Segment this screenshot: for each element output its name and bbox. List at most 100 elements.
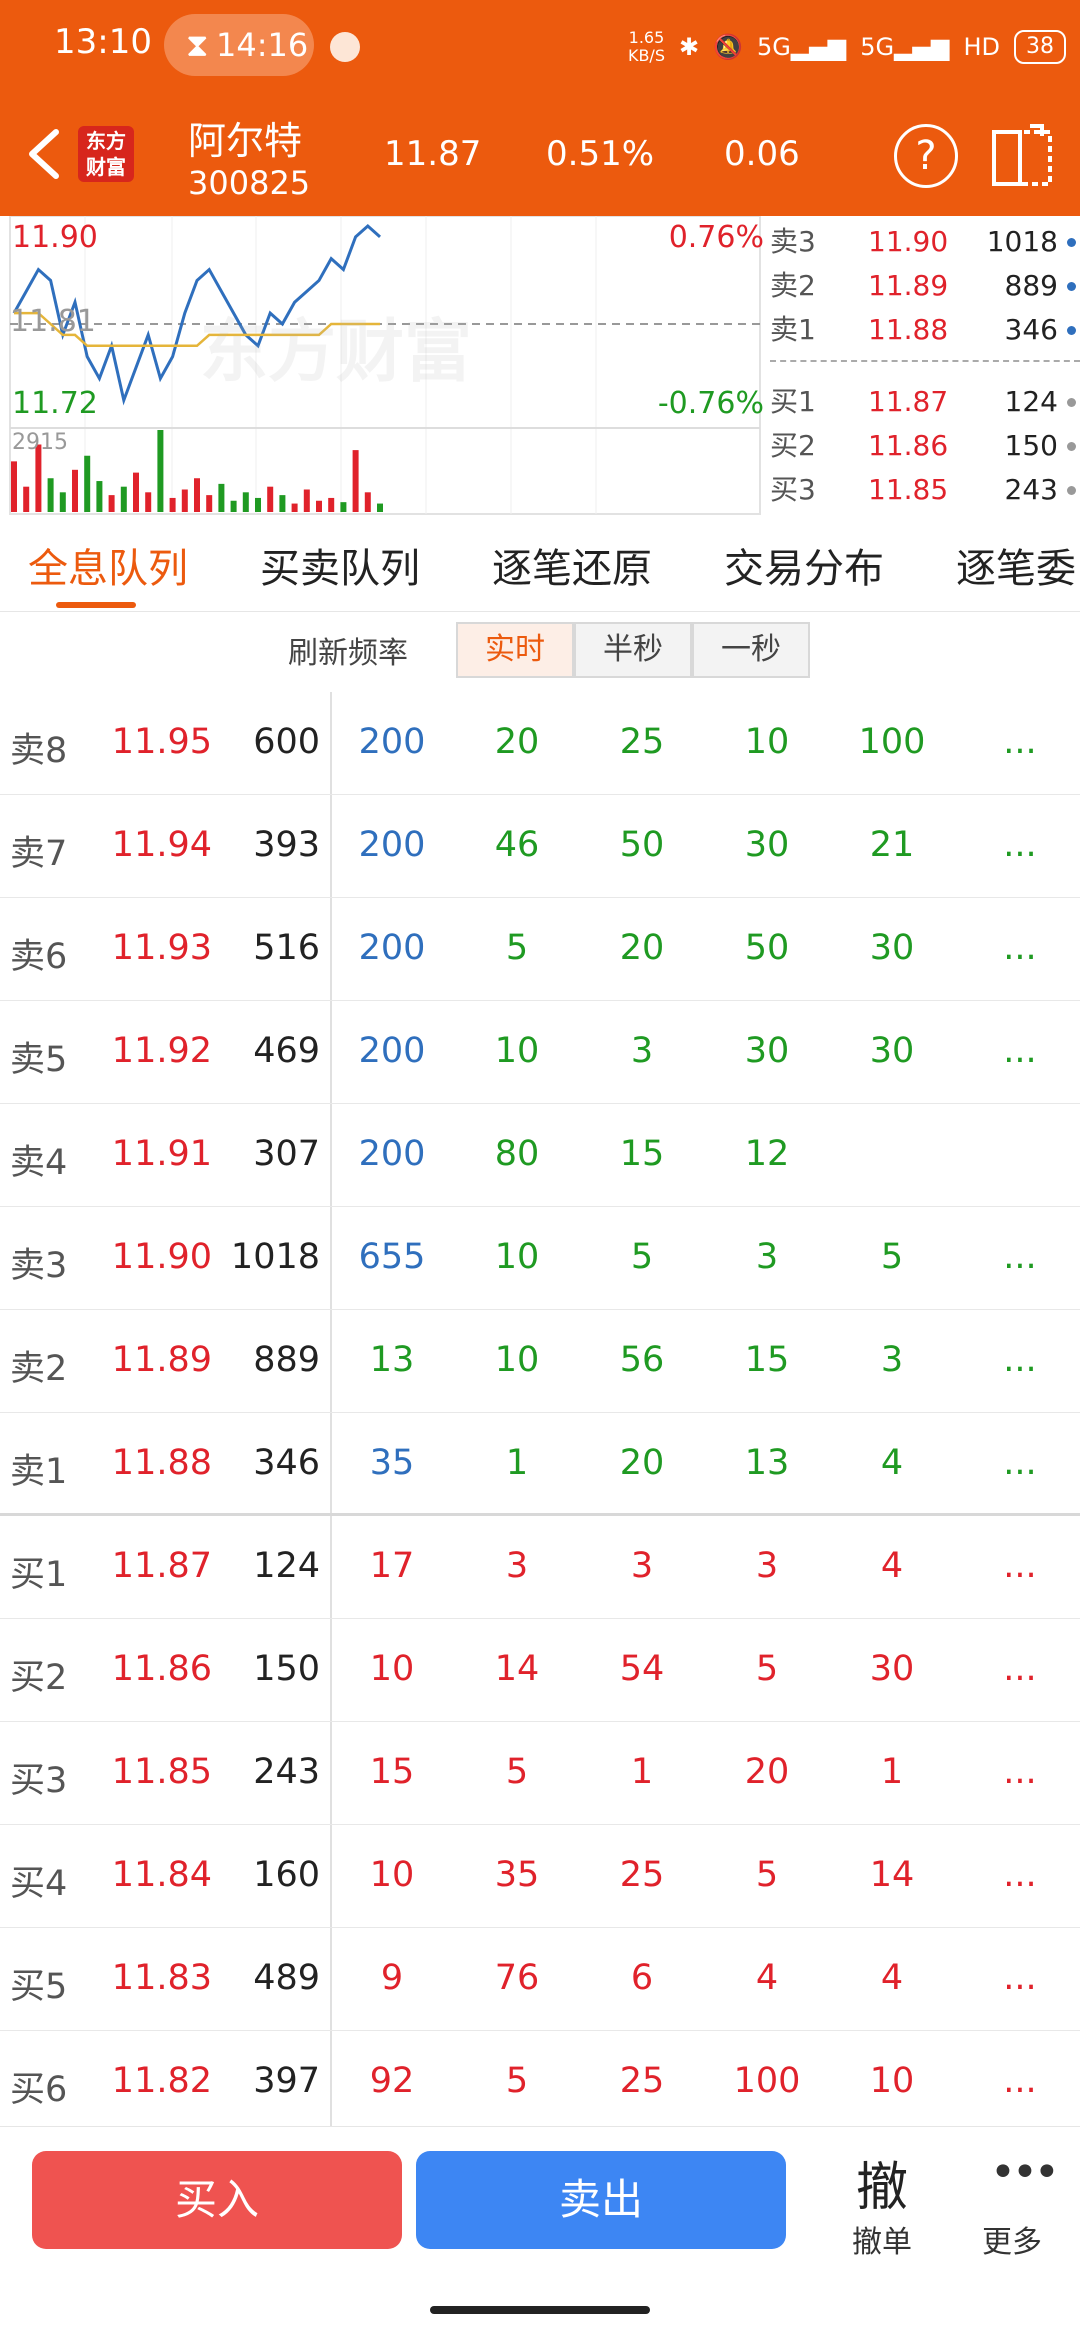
table-row[interactable]: 卖6 11.93 516 200 5 20 50 30... <box>0 898 1080 1001</box>
book-row-buy[interactable]: 买2 11.86 150 <box>770 424 1080 468</box>
more-icon[interactable]: ••• <box>990 2147 1060 2198</box>
chart-volume-bar <box>230 500 237 512</box>
row-order-size: 50 <box>744 928 790 968</box>
row-more-icon[interactable]: ... <box>980 1649 1060 1689</box>
row-price: 11.82 <box>111 2061 212 2101</box>
book-divider <box>770 360 1080 362</box>
row-more-icon[interactable]: ... <box>980 1031 1060 1071</box>
table-row[interactable]: 卖7 11.94 393 200 46 50 30 21... <box>0 795 1080 898</box>
row-order-size: 5 <box>630 1237 654 1277</box>
chart-volume-bar <box>364 492 371 512</box>
book-row-price: 11.89 <box>868 269 949 302</box>
status-icons: 1.65 KB/S ✱ 🔕 5G▂▄▆ 5G▂▄▆ HD 38 <box>628 22 1066 72</box>
book-row-label: 买3 <box>770 473 816 506</box>
row-more-icon[interactable]: ... <box>980 722 1060 762</box>
row-volume: 307 <box>253 1134 320 1174</box>
row-price: 11.84 <box>111 1855 212 1895</box>
book-row-sell[interactable]: 卖1 11.88 346 <box>770 308 1080 352</box>
row-order-size: 17 <box>369 1546 415 1586</box>
table-row[interactable]: 卖5 11.92 469 200 10 3 30 30... <box>0 1001 1080 1104</box>
row-order-size: 13 <box>744 1443 790 1483</box>
chart-volume-bar <box>377 503 383 512</box>
sell-button[interactable]: 卖出 <box>416 2151 786 2249</box>
status-pill[interactable]: ⧗ 14:16 <box>164 14 314 76</box>
row-more-icon[interactable]: ... <box>980 1546 1060 1586</box>
row-more-icon[interactable]: ... <box>980 825 1060 865</box>
chart-volume-bar <box>352 450 359 512</box>
book-row-sell[interactable]: 卖2 11.89 889 <box>770 264 1080 308</box>
refresh-onesec-button[interactable]: 一秒 <box>692 622 810 678</box>
tab-bid-ask-queue[interactable]: 买卖队列 <box>260 536 420 594</box>
table-row[interactable]: 卖8 11.95 600 200 20 25 10 100... <box>0 692 1080 795</box>
row-more-icon[interactable]: ... <box>980 1237 1060 1277</box>
row-order-size: 20 <box>619 1443 665 1483</box>
table-row[interactable]: 买6 11.82 397 92 5 25 100 10... <box>0 2031 1080 2126</box>
refresh-realtime-button[interactable]: 实时 <box>456 622 574 678</box>
table-row[interactable]: 卖4 11.91 307 200 80 15 12 <box>0 1104 1080 1207</box>
book-row-buy[interactable]: 买3 11.85 243 <box>770 468 1080 512</box>
table-row[interactable]: 卖1 11.88 346 35 1 20 13 4... <box>0 1413 1080 1516</box>
chart-volume-bar <box>169 497 176 512</box>
row-level-label: 卖4 <box>10 1143 68 1183</box>
row-order-size: 200 <box>358 722 426 762</box>
book-row-dot-icon <box>1067 282 1076 291</box>
refresh-halfsec-button[interactable]: 半秒 <box>574 622 692 678</box>
row-order-size: 13 <box>369 1340 415 1380</box>
tab-tick-restore[interactable]: 逐笔还原 <box>492 536 652 594</box>
tab-trade-distribution[interactable]: 交易分布 <box>724 536 884 594</box>
row-order-size: 100 <box>858 722 926 762</box>
more-label[interactable]: 更多 <box>982 2217 1042 2261</box>
chart-volume-bar <box>218 483 225 512</box>
table-row[interactable]: 买4 11.84 160 10 35 25 5 14... <box>0 1825 1080 1928</box>
row-order-size: 15 <box>369 1752 415 1792</box>
row-price: 11.89 <box>111 1340 212 1380</box>
table-row[interactable]: 卖2 11.89 889 13 10 56 15 3... <box>0 1310 1080 1413</box>
row-order-size: 5 <box>505 928 529 968</box>
buy-button[interactable]: 买入 <box>32 2151 402 2249</box>
help-icon[interactable]: ? <box>894 124 958 188</box>
row-more-icon[interactable]: ... <box>980 1752 1060 1792</box>
row-more-icon[interactable]: ... <box>980 928 1060 968</box>
table-row[interactable]: 买5 11.83 489 9 76 6 4 4... <box>0 1928 1080 2031</box>
row-more-icon[interactable]: ... <box>980 1340 1060 1380</box>
cancel-order-icon[interactable]: 撤 <box>856 2145 908 2220</box>
chart-volume-bar <box>340 502 347 512</box>
table-row[interactable]: 买1 11.87 124 17 3 3 3 4... <box>0 1516 1080 1619</box>
table-row[interactable]: 买2 11.86 150 10 14 54 5 30... <box>0 1619 1080 1722</box>
tab-full-queue[interactable]: 全息队列 <box>28 536 188 594</box>
cancel-order-label[interactable]: 撤单 <box>852 2217 912 2261</box>
row-order-size: 1 <box>505 1443 529 1483</box>
book-row-dot-icon <box>1067 326 1076 335</box>
book-row-volume: 1018 <box>986 225 1058 258</box>
intraday-chart[interactable]: 11.90 0.76% 11.81 11.72 -0.76% 2915 东方财富 <box>0 216 770 516</box>
stock-name[interactable]: 阿尔特 <box>188 110 302 165</box>
row-order-size: 15 <box>744 1340 790 1380</box>
tab-tick-orders[interactable]: 逐笔委 <box>956 536 1076 594</box>
row-order-size: 35 <box>369 1443 415 1483</box>
chart-low-label: 11.72 <box>12 386 98 421</box>
row-more-icon[interactable]: ... <box>980 2061 1060 2101</box>
layout-switch-icon[interactable] <box>988 122 1058 192</box>
back-icon[interactable] <box>20 124 70 184</box>
row-more-icon[interactable]: ... <box>980 1958 1060 1998</box>
order-queue-table[interactable]: 卖8 11.95 600 200 20 25 10 100... 卖7 11.94 393 200 46… <box>0 692 1080 2126</box>
chart-volume-bar <box>157 430 164 512</box>
chart-low-pct: -0.76% <box>657 386 764 421</box>
row-more-icon[interactable]: ... <box>980 1855 1060 1895</box>
table-row[interactable]: 卖3 11.90 1018 655 10 5 3 5... <box>0 1207 1080 1310</box>
table-row[interactable]: 买3 11.85 243 15 5 1 20 1... <box>0 1722 1080 1825</box>
row-price: 11.83 <box>111 1958 212 1998</box>
row-more-icon[interactable]: ... <box>980 1443 1060 1483</box>
row-order-size: 1 <box>630 1752 654 1792</box>
book-row-sell[interactable]: 卖3 11.90 1018 <box>770 220 1080 264</box>
book-row-dot-icon <box>1067 486 1076 495</box>
row-order-size: 5 <box>755 1649 779 1689</box>
chart-volume-bar <box>328 497 335 512</box>
row-volume: 600 <box>253 722 320 762</box>
row-order-size: 3 <box>880 1340 904 1380</box>
book-row-dot-icon <box>1067 238 1076 247</box>
book-row-buy[interactable]: 买1 11.87 124 <box>770 380 1080 424</box>
home-indicator[interactable] <box>430 2306 650 2314</box>
row-order-size: 10 <box>869 2061 915 2101</box>
row-order-size: 200 <box>358 1134 426 1174</box>
